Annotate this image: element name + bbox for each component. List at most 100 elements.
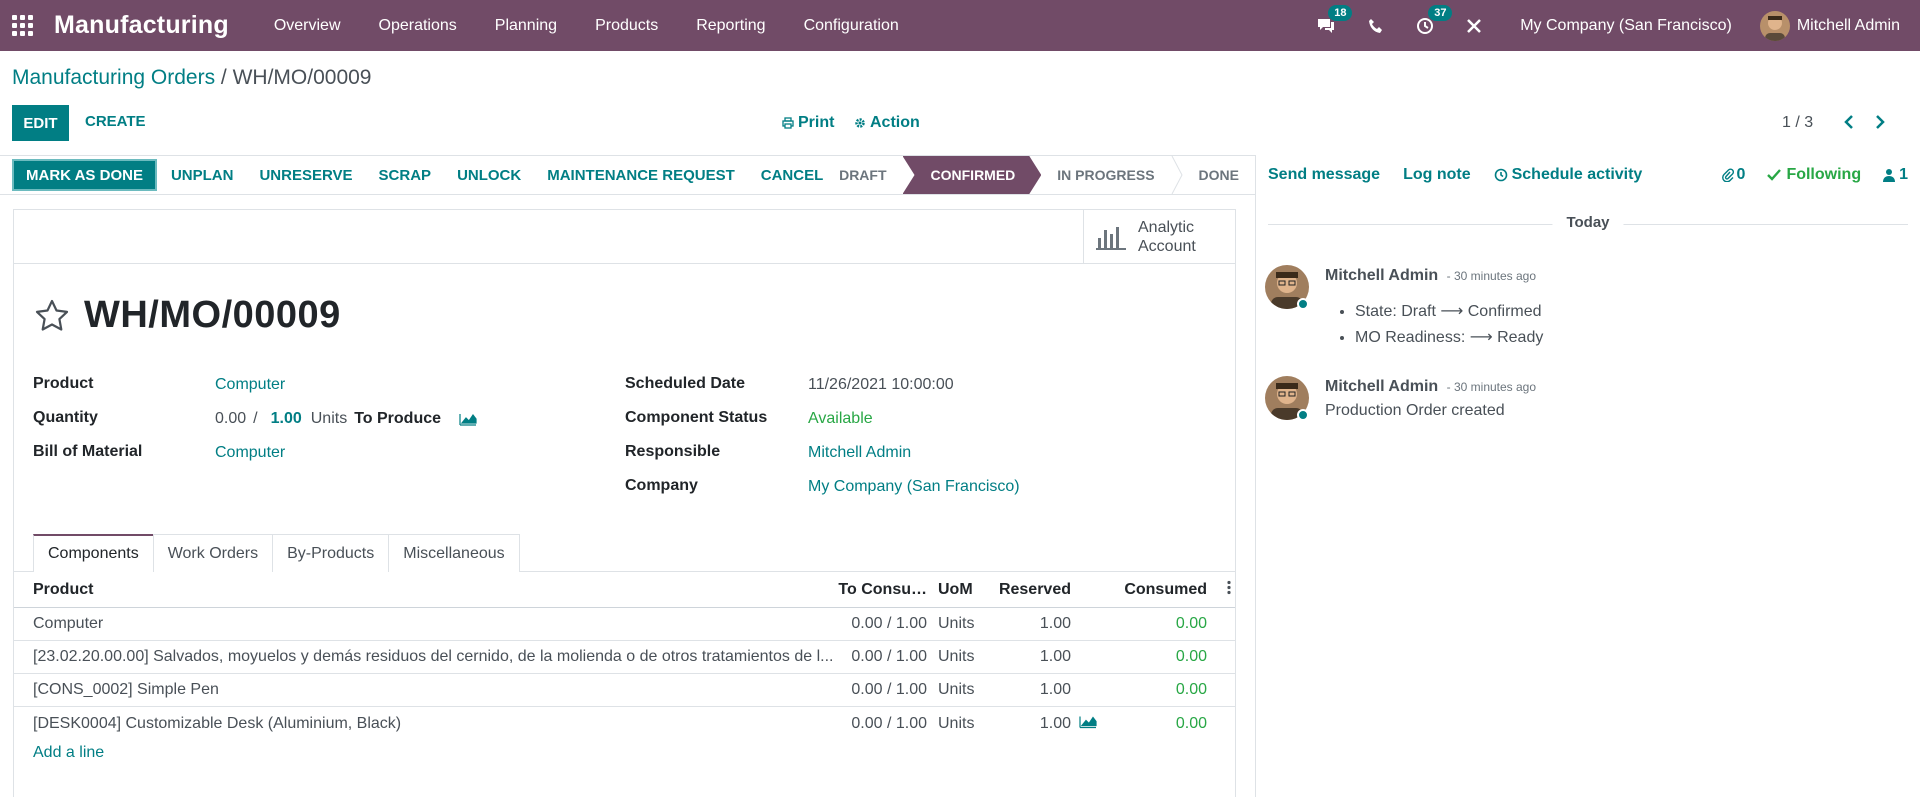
menu-planning[interactable]: Planning bbox=[495, 17, 557, 35]
col-to-consume[interactable]: To Consu… bbox=[838, 581, 927, 599]
optional-columns-icon[interactable] bbox=[1227, 579, 1231, 600]
pager-next-button[interactable] bbox=[1874, 114, 1886, 135]
print-label: Print bbox=[798, 114, 835, 131]
tab-by-products[interactable]: By-Products bbox=[272, 534, 390, 572]
company-switcher[interactable]: My Company (San Francisco) bbox=[1520, 17, 1732, 35]
form-sheet: Analytic Account WH/MO/00009 Product Comp… bbox=[13, 209, 1236, 797]
clock-icon bbox=[1494, 168, 1507, 182]
row-to-consume: 0.00 / 1.00 bbox=[851, 714, 927, 732]
quantity-label: Quantity bbox=[33, 409, 98, 426]
menu-overview[interactable]: Overview bbox=[274, 17, 341, 35]
product-field[interactable]: Computer bbox=[215, 376, 285, 394]
star-icon[interactable] bbox=[34, 298, 70, 334]
edit-button[interactable]: EDIT bbox=[12, 105, 69, 141]
mark-as-done-button[interactable]: MARK AS DONE bbox=[12, 159, 157, 191]
menu-reporting[interactable]: Reporting bbox=[696, 17, 765, 35]
phone-menu[interactable] bbox=[1368, 18, 1384, 34]
message-time: - 30 minutes ago bbox=[1446, 380, 1537, 394]
cancel-button[interactable]: CANCEL bbox=[761, 167, 824, 184]
printer-icon bbox=[782, 117, 794, 129]
tab-work-orders[interactable]: Work Orders bbox=[152, 534, 274, 572]
scrap-button[interactable]: SCRAP bbox=[379, 167, 432, 184]
menu-configuration[interactable]: Configuration bbox=[804, 17, 899, 35]
following-label: Following bbox=[1786, 166, 1862, 183]
row-uom: Units bbox=[938, 681, 975, 698]
company-label: Company bbox=[625, 477, 698, 494]
col-uom[interactable]: UoM bbox=[938, 581, 973, 599]
apps-grid-icon[interactable] bbox=[12, 14, 34, 37]
log-note-button[interactable]: Log note bbox=[1403, 166, 1471, 184]
activity-menu[interactable]: 37 bbox=[1416, 4, 1453, 35]
user-avatar bbox=[1759, 10, 1790, 41]
schedule-activity-button[interactable]: Schedule activity bbox=[1494, 166, 1642, 184]
activities-badge: 37 bbox=[1428, 4, 1453, 21]
maintenance-request-button[interactable]: MAINTENANCE REQUEST bbox=[547, 167, 735, 184]
date-separator-label: Today bbox=[1552, 214, 1624, 231]
check-icon bbox=[1767, 169, 1782, 181]
responsible-field[interactable]: Mitchell Admin bbox=[808, 444, 911, 462]
stage-done[interactable]: DONE bbox=[1183, 156, 1255, 194]
create-button[interactable]: CREATE bbox=[85, 113, 146, 130]
component-status-label: Component Status bbox=[625, 409, 768, 426]
unplan-button[interactable]: UNPLAN bbox=[171, 167, 234, 184]
online-status-dot bbox=[1297, 298, 1309, 310]
message-author[interactable]: Mitchell Admin bbox=[1325, 378, 1438, 395]
row-reserved: 1.00 bbox=[1039, 615, 1071, 632]
table-row[interactable]: Computer 0.00 / 1.00 Units 1.00 0.00 bbox=[14, 608, 1235, 641]
followers-button[interactable]: 1 bbox=[1883, 166, 1908, 184]
notebook-tabs: Components Work Orders By-Products Misce… bbox=[33, 534, 520, 572]
messages-badge: 18 bbox=[1328, 4, 1353, 21]
table-row[interactable]: [CONS_0002] Simple Pen 0.00 / 1.00 Units… bbox=[14, 674, 1235, 707]
qty-uom: Units bbox=[310, 410, 348, 427]
stage-confirmed[interactable]: CONFIRMED bbox=[903, 156, 1042, 194]
qty-to-produce[interactable]: 1.00 bbox=[271, 410, 302, 428]
chevron-left-icon bbox=[1844, 115, 1853, 129]
table-row[interactable]: [23.02.20.00.00] Salvados, moyuelos y de… bbox=[14, 641, 1235, 674]
breadcrumb-parent[interactable]: Manufacturing Orders bbox=[12, 66, 215, 89]
bom-field[interactable]: Computer bbox=[215, 444, 285, 462]
components-table: Product To Consu… UoM Reserved Consumed … bbox=[14, 572, 1235, 740]
user-menu[interactable]: Mitchell Admin bbox=[1759, 10, 1900, 41]
col-consumed[interactable]: Consumed bbox=[1124, 581, 1207, 599]
scheduled-date-label: Scheduled Date bbox=[625, 375, 746, 392]
table-row[interactable]: [DESK0004] Customizable Desk (Aluminium,… bbox=[14, 707, 1235, 740]
following-button[interactable]: Following bbox=[1767, 166, 1861, 184]
debug-tools[interactable] bbox=[1466, 18, 1482, 34]
unlock-button[interactable]: UNLOCK bbox=[457, 167, 521, 184]
smart-button-box: Analytic Account bbox=[14, 210, 1235, 264]
menu-products[interactable]: Products bbox=[595, 17, 658, 35]
analytic-account-button[interactable]: Analytic Account bbox=[1083, 210, 1235, 264]
tab-components[interactable]: Components bbox=[33, 534, 154, 572]
messaging-menu[interactable]: 18 bbox=[1316, 4, 1353, 35]
bar-chart-icon bbox=[1096, 227, 1126, 250]
product-label: Product bbox=[33, 375, 94, 392]
gear-icon bbox=[855, 118, 865, 128]
online-status-dot bbox=[1297, 409, 1309, 421]
date-separator: Today bbox=[1268, 214, 1908, 231]
paperclip-icon bbox=[1721, 168, 1734, 182]
forecast-chart-icon[interactable] bbox=[459, 412, 477, 426]
forecast-chart-icon[interactable] bbox=[1079, 714, 1097, 733]
user-icon bbox=[1883, 169, 1896, 182]
pager-value[interactable]: 1 / 3 bbox=[1782, 114, 1813, 132]
print-button[interactable]: Print bbox=[782, 114, 834, 132]
message-author[interactable]: Mitchell Admin bbox=[1325, 267, 1438, 284]
add-line-link[interactable]: Add a line bbox=[33, 744, 104, 762]
scheduled-date-field[interactable]: 11/26/2021 10:00:00 bbox=[808, 376, 954, 394]
stage-in-progress[interactable]: IN PROGRESS bbox=[1041, 156, 1170, 194]
app-brand[interactable]: Manufacturing bbox=[54, 11, 229, 40]
company-field[interactable]: My Company (San Francisco) bbox=[808, 478, 1020, 496]
menu-operations[interactable]: Operations bbox=[379, 17, 457, 35]
col-reserved[interactable]: Reserved bbox=[999, 581, 1071, 599]
unreserve-button[interactable]: UNRESERVE bbox=[259, 167, 352, 184]
chatter-panel: Send message Log note Schedule activity … bbox=[1255, 155, 1920, 797]
row-to-consume: 0.00 / 1.00 bbox=[851, 681, 927, 698]
col-product[interactable]: Product bbox=[33, 581, 833, 599]
action-button[interactable]: Action bbox=[854, 114, 920, 132]
send-message-button[interactable]: Send message bbox=[1268, 166, 1380, 184]
stage-draft[interactable]: DRAFT bbox=[823, 156, 902, 194]
attachments-button[interactable]: 0 bbox=[1721, 166, 1745, 184]
qty-produced[interactable]: 0.00 bbox=[215, 410, 246, 428]
pager-previous-button[interactable] bbox=[1843, 114, 1855, 135]
tab-miscellaneous[interactable]: Miscellaneous bbox=[388, 534, 520, 572]
